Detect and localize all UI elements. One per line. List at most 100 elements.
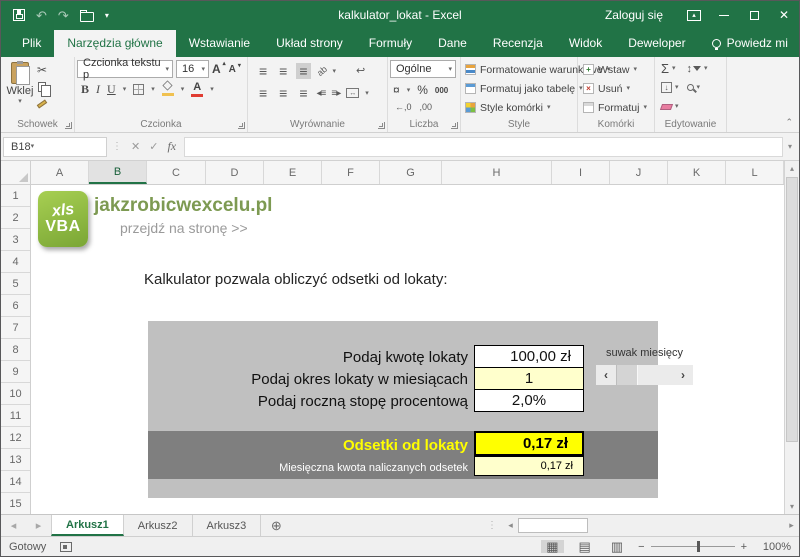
borders-dropdown-icon[interactable]: ▾ [151, 86, 155, 93]
delete-cells-button[interactable]: × Usuń ▾ [580, 79, 652, 98]
name-box-dropdown-icon[interactable]: ▾ [31, 143, 35, 150]
underline-dropdown-icon[interactable]: ▾ [123, 86, 127, 93]
column-header-l[interactable]: L [726, 161, 784, 184]
format-cells-button[interactable]: Formatuj ▾ [580, 98, 652, 117]
increase-indent-button[interactable]: ≡▸ [331, 88, 341, 99]
tab-widok[interactable]: Widok [556, 30, 615, 57]
column-header-c[interactable]: C [147, 161, 206, 184]
find-select-button[interactable]: ▾ [686, 80, 708, 95]
wrap-text-button[interactable]: ↩ [356, 65, 365, 77]
orientation-dropdown-icon[interactable]: ▾ [333, 68, 337, 75]
row-header[interactable]: 7 [1, 317, 30, 339]
scroll-right-icon[interactable]: ▸ [784, 520, 799, 531]
italic-button[interactable]: I [96, 82, 100, 97]
cell-styles-button[interactable]: Style komórki ▾ [463, 98, 575, 117]
new-sheet-button[interactable]: ⊕ [261, 515, 291, 536]
comma-format-button[interactable]: 000 [435, 86, 448, 95]
tab-dane[interactable]: Dane [425, 30, 480, 57]
currency-dropdown-icon[interactable]: ▾ [407, 87, 411, 94]
zoom-out-button[interactable]: − [638, 541, 644, 553]
cancel-entry-button[interactable]: ✕ [131, 140, 140, 153]
input-cell-rate[interactable]: 2,0% [474, 389, 584, 412]
result-cell-monthly[interactable]: 0,17 zł [474, 456, 584, 476]
row-header[interactable]: 6 [1, 295, 30, 317]
column-header-j[interactable]: J [610, 161, 668, 184]
number-format-dropdown-icon[interactable]: ▾ [448, 66, 452, 73]
open-icon[interactable] [79, 9, 94, 22]
decrease-indent-button[interactable]: ◂≡ [317, 88, 327, 99]
column-header-f[interactable]: F [322, 161, 380, 184]
row-header[interactable]: 5 [1, 273, 30, 295]
input-cell-amount[interactable]: 100,00 zł [474, 345, 584, 368]
row-header[interactable]: 14 [1, 471, 30, 493]
font-name-dropdown-icon[interactable]: ▾ [165, 66, 169, 73]
tab-deweloper[interactable]: Deweloper [615, 30, 698, 57]
collapse-ribbon-button[interactable]: ⌃ [785, 117, 793, 128]
row-header[interactable]: 15 [1, 493, 30, 514]
next-sheet-icon[interactable]: ▸ [26, 515, 51, 536]
name-box[interactable]: B18 ▾ [3, 136, 107, 157]
redo-icon[interactable]: ↷ [58, 9, 69, 22]
row-header[interactable]: 10 [1, 383, 30, 405]
font-size-dropdown-icon[interactable]: ▾ [201, 66, 205, 73]
tab-uklad-strony[interactable]: Układ strony [263, 30, 356, 57]
restore-button[interactable] [739, 1, 769, 29]
autosum-button[interactable]: Σ ▾ [661, 61, 679, 76]
merge-dropdown-icon[interactable]: ▾ [365, 90, 369, 97]
close-button[interactable]: ✕ [769, 1, 799, 29]
number-format-combo[interactable]: Ogólne ▾ [390, 60, 456, 78]
font-color-dropdown-icon[interactable]: ▾ [210, 86, 214, 93]
align-left-button[interactable]: ≡ [256, 85, 270, 101]
row-header[interactable]: 8 [1, 339, 30, 361]
row-header[interactable]: 11 [1, 405, 30, 427]
underline-button[interactable]: U [107, 82, 116, 97]
page-layout-view-button[interactable]: ▤ [574, 540, 596, 553]
prev-sheet-icon[interactable]: ◂ [1, 515, 26, 536]
conditional-formatting-button[interactable]: Formatowanie warunkowe ▾ [463, 60, 610, 79]
zoom-slider[interactable] [650, 541, 735, 552]
clear-button[interactable]: ▾ [659, 99, 679, 114]
format-as-table-button[interactable]: Formatuj jako tabelę ▾ [463, 79, 583, 98]
decrease-decimal-button[interactable]: ,00 [420, 102, 433, 112]
sheet-content[interactable]: xls VBA jakzrobicwexcelu.pl przejdź na s… [31, 185, 784, 514]
column-header-b[interactable]: B [89, 161, 147, 184]
sheet-tab-arkusz3[interactable]: Arkusz3 [193, 515, 262, 536]
copy-button[interactable] [37, 80, 52, 97]
result-cell-interest[interactable]: 0,17 zł [474, 431, 584, 456]
align-top-button[interactable]: ≡ [256, 63, 270, 79]
ribbon-display-options-button[interactable]: ▴ [679, 1, 709, 29]
vertical-scrollbar[interactable]: ▴ ▾ [784, 161, 799, 514]
shrink-font-button[interactable]: A ▾ [229, 63, 241, 75]
grow-font-button[interactable]: A ▴ [212, 61, 226, 76]
cut-button[interactable]: ✂ [37, 63, 47, 77]
expand-formula-bar-icon[interactable]: ▾ [783, 142, 797, 151]
font-color-button[interactable]: A [191, 82, 204, 97]
slider-thumb[interactable] [616, 365, 638, 385]
slider-right-arrow[interactable]: › [673, 368, 693, 382]
align-bottom-button[interactable]: ≡ [296, 63, 311, 79]
column-header-e[interactable]: E [264, 161, 322, 184]
align-middle-button[interactable]: ≡ [276, 63, 290, 79]
column-header-k[interactable]: K [668, 161, 726, 184]
site-link[interactable]: przejdź na stronę >> [120, 220, 248, 236]
row-header[interactable]: 9 [1, 361, 30, 383]
customize-qat-icon[interactable]: ▾ [105, 11, 109, 20]
scroll-down-icon[interactable]: ▾ [785, 499, 799, 514]
vertical-scroll-thumb[interactable] [786, 177, 798, 442]
sign-in-button[interactable]: Zaloguj się [589, 8, 679, 22]
sheet-tab-arkusz2[interactable]: Arkusz2 [124, 515, 193, 536]
page-break-view-button[interactable]: ▥ [606, 540, 628, 553]
column-header-i[interactable]: I [552, 161, 610, 184]
column-header-a[interactable]: A [31, 161, 89, 184]
font-size-combo[interactable]: 16 ▾ [176, 60, 209, 78]
horizontal-scrollbar[interactable]: ◂ ▸ [503, 515, 799, 536]
save-icon[interactable] [13, 9, 25, 21]
zoom-level[interactable]: 100% [757, 541, 791, 553]
tab-plik[interactable]: Plik [9, 30, 54, 57]
row-header[interactable]: 1 [1, 185, 30, 207]
format-painter-button[interactable] [36, 97, 48, 111]
clipboard-dialog-launcher[interactable] [65, 122, 72, 129]
currency-format-button[interactable]: ¤ [393, 83, 400, 97]
alignment-dialog-launcher[interactable] [378, 122, 385, 129]
minimize-button[interactable] [709, 1, 739, 29]
